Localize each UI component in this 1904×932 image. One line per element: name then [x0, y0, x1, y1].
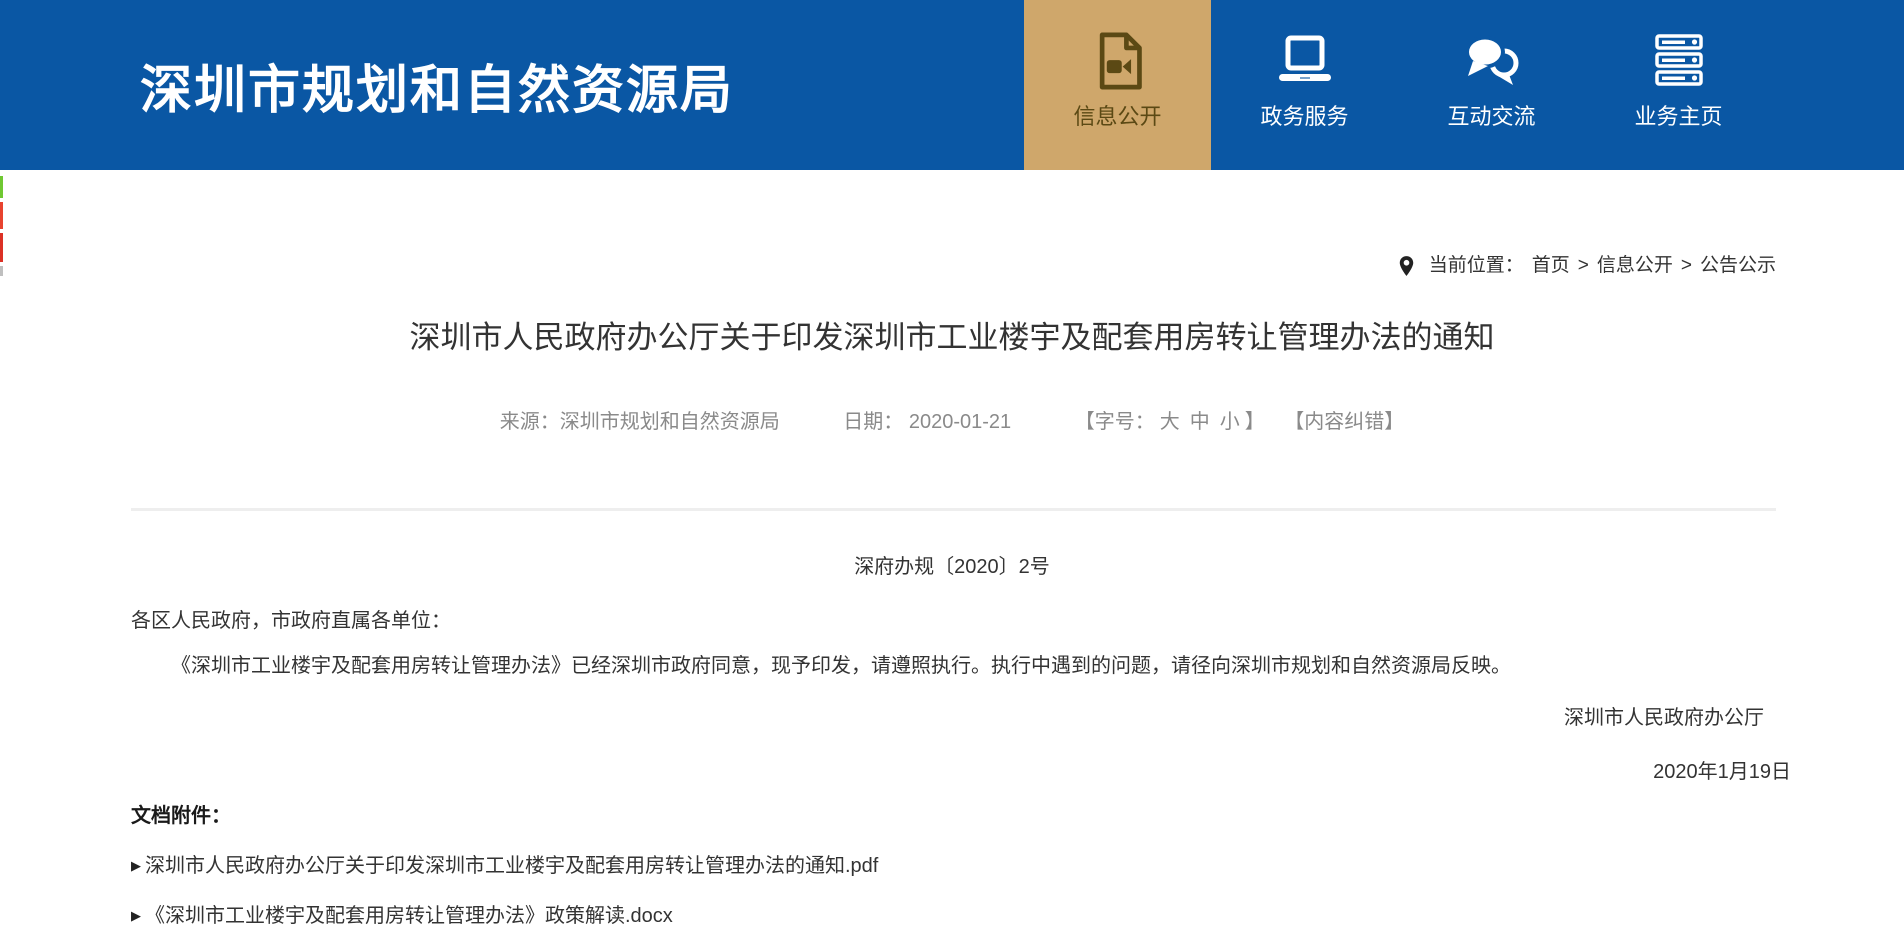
document-video-icon: [1090, 30, 1146, 92]
section-divider: [131, 508, 1776, 511]
meta-source: 来源：深圳市规划和自然资源局: [500, 411, 780, 433]
fontsize-close: 】: [1245, 411, 1265, 433]
site-header: 深圳市规划和自然资源局 信息公开: [0, 0, 1904, 170]
location-pin-icon: [1398, 255, 1415, 277]
nav-item-info-disclosure[interactable]: 信息公开: [1024, 0, 1211, 170]
laptop-icon: [1273, 30, 1337, 92]
breadcrumb-separator: >: [1681, 254, 1692, 278]
triangle-bullet-icon: ▶: [131, 903, 141, 929]
attachment-file-name: 深圳市人民政府办公厅关于印发深圳市工业楼宇及配套用房转让管理办法的通知.pdf: [145, 853, 878, 879]
fontsize-small-button[interactable]: 小: [1220, 411, 1240, 433]
clipped-widget-green: [0, 176, 3, 198]
fontsize-control: 【字号：大中小】: [1075, 411, 1279, 433]
chat-bubbles-icon: [1460, 30, 1524, 92]
breadcrumb-info-disclosure[interactable]: 信息公开: [1597, 254, 1673, 278]
fontsize-open: 【字号：: [1075, 411, 1155, 433]
nav-label: 政务服务: [1260, 104, 1348, 130]
signature-name: 深圳市人民政府办公厅: [0, 705, 1904, 731]
article-title: 深圳市人民政府办公厅关于印发深圳市工业楼宇及配套用房转让管理办法的通知: [131, 318, 1773, 358]
body-paragraph: 《深圳市工业楼宇及配套用房转让管理办法》已经深圳市政府同意，现予印发，请遵照执行…: [131, 651, 1773, 681]
breadcrumb-label: 当前位置：: [1429, 254, 1524, 278]
fontsize-medium-button[interactable]: 中: [1190, 411, 1210, 433]
main-nav: 信息公开 政务服务: [1024, 0, 1772, 170]
article-meta: 来源：深圳市规划和自然资源局 日期： 2020-01-21 【字号：大中小】 【…: [0, 408, 1904, 436]
nav-label: 信息公开: [1073, 104, 1161, 130]
fontsize-large-button[interactable]: 大: [1160, 411, 1180, 433]
breadcrumb-home[interactable]: 首页: [1532, 254, 1570, 278]
page: 深圳市规划和自然资源局 信息公开: [0, 0, 1904, 932]
clipped-widget-gray: [0, 266, 3, 276]
attachment-link-docx[interactable]: ▶ 《深圳市工业楼宇及配套用房转让管理办法》政策解读.docx: [131, 903, 1773, 929]
meta-date: 日期： 2020-01-21: [843, 411, 1011, 433]
nav-item-business-home[interactable]: 业务主页: [1585, 0, 1772, 170]
server-stack-icon: [1651, 30, 1707, 92]
body-salutation: 各区人民政府，市政府直属各单位：: [131, 607, 1773, 635]
triangle-bullet-icon: ▶: [131, 853, 141, 879]
nav-item-interaction[interactable]: 互动交流: [1398, 0, 1585, 170]
nav-label: 互动交流: [1447, 104, 1535, 130]
signature-date: 2020年1月19日: [0, 759, 1904, 785]
document-number: 深府办规〔2020〕2号: [0, 553, 1904, 581]
clipped-side-widgets: [0, 176, 4, 280]
breadcrumb-current[interactable]: 公告公示: [1700, 254, 1776, 278]
content-correction-button[interactable]: 【内容纠错】: [1284, 411, 1404, 433]
attachments-label: 文档附件：: [131, 803, 1773, 829]
breadcrumb-separator: >: [1578, 254, 1589, 278]
attachment-link-pdf[interactable]: ▶ 深圳市人民政府办公厅关于印发深圳市工业楼宇及配套用房转让管理办法的通知.pd…: [131, 853, 1773, 879]
clipped-widget-red: [0, 202, 3, 229]
nav-item-gov-services[interactable]: 政务服务: [1211, 0, 1398, 170]
clipped-widget-red: [0, 233, 3, 262]
main-content: 当前位置： 首页 > 信息公开 > 公告公示 深圳市人民政府办公厅关于印发深圳市…: [0, 254, 1904, 929]
nav-label: 业务主页: [1634, 104, 1722, 130]
site-logo[interactable]: 深圳市规划和自然资源局: [140, 0, 734, 170]
breadcrumb: 当前位置： 首页 > 信息公开 > 公告公示: [0, 254, 1776, 278]
attachment-file-name: 《深圳市工业楼宇及配套用房转让管理办法》政策解读.docx: [145, 903, 673, 929]
